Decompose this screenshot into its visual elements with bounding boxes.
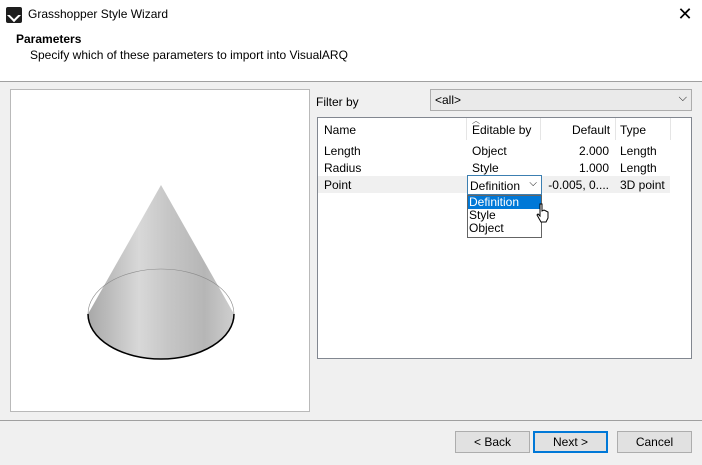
cell-name: Length xyxy=(324,144,361,158)
preview-panel xyxy=(10,89,310,412)
editable-by-dropdown-list: Definition Style Object xyxy=(467,195,542,238)
app-icon xyxy=(6,7,22,23)
cell-name: Radius xyxy=(324,161,362,175)
cone-preview-image xyxy=(87,185,235,360)
table-row[interactable]: Length Object 2.000 Length xyxy=(318,142,691,159)
window-title: Grasshopper Style Wizard xyxy=(28,7,169,21)
column-header-default[interactable]: Default xyxy=(572,123,610,137)
table-row[interactable]: Radius Style 1.000 Length xyxy=(318,159,691,176)
filter-dropdown[interactable]: <all> ⌵ xyxy=(430,89,692,111)
chevron-down-icon[interactable]: ⌵ xyxy=(529,178,537,189)
parameters-grid[interactable]: ︿ Name Editable by Default Type Length O… xyxy=(317,117,692,359)
column-divider xyxy=(615,118,616,140)
cell-default: 1.000 xyxy=(578,161,609,175)
chevron-down-icon: ⌵ xyxy=(678,92,687,104)
cell-type: Length xyxy=(620,161,657,175)
column-header-editable-by[interactable]: Editable by xyxy=(472,123,531,137)
cell-type: Length xyxy=(620,144,657,158)
next-button[interactable]: Next > xyxy=(533,431,608,453)
cell-name: Point xyxy=(324,178,352,192)
back-button[interactable]: < Back xyxy=(455,431,530,453)
close-button[interactable]: ✕ xyxy=(672,2,698,26)
cell-default: -0.005, 0.... xyxy=(548,178,609,192)
combo-selected-value: Definition xyxy=(470,179,521,193)
column-header-type[interactable]: Type xyxy=(620,123,646,137)
page-subtitle: Specify which of these parameters to imp… xyxy=(30,48,348,62)
hand-pointer-icon xyxy=(536,203,549,223)
cell-default: 2.000 xyxy=(578,144,609,158)
page-title: Parameters xyxy=(16,32,82,46)
cell-editable-by[interactable]: Object xyxy=(472,144,507,158)
cancel-button[interactable]: Cancel xyxy=(617,431,692,453)
cell-type: 3D point xyxy=(620,178,665,192)
footer-divider xyxy=(0,420,702,421)
column-divider xyxy=(466,118,467,140)
filter-label: Filter by xyxy=(316,95,359,109)
column-header-name[interactable]: Name xyxy=(324,123,356,137)
column-divider xyxy=(540,118,541,140)
filter-selected-value: <all> xyxy=(435,93,462,107)
dropdown-option-object[interactable]: Object xyxy=(468,222,541,235)
column-divider xyxy=(670,118,671,140)
header-divider xyxy=(0,81,702,82)
cell-editable-by[interactable]: Style xyxy=(472,161,499,175)
editable-by-combo[interactable]: Definition ⌵ xyxy=(467,175,542,195)
